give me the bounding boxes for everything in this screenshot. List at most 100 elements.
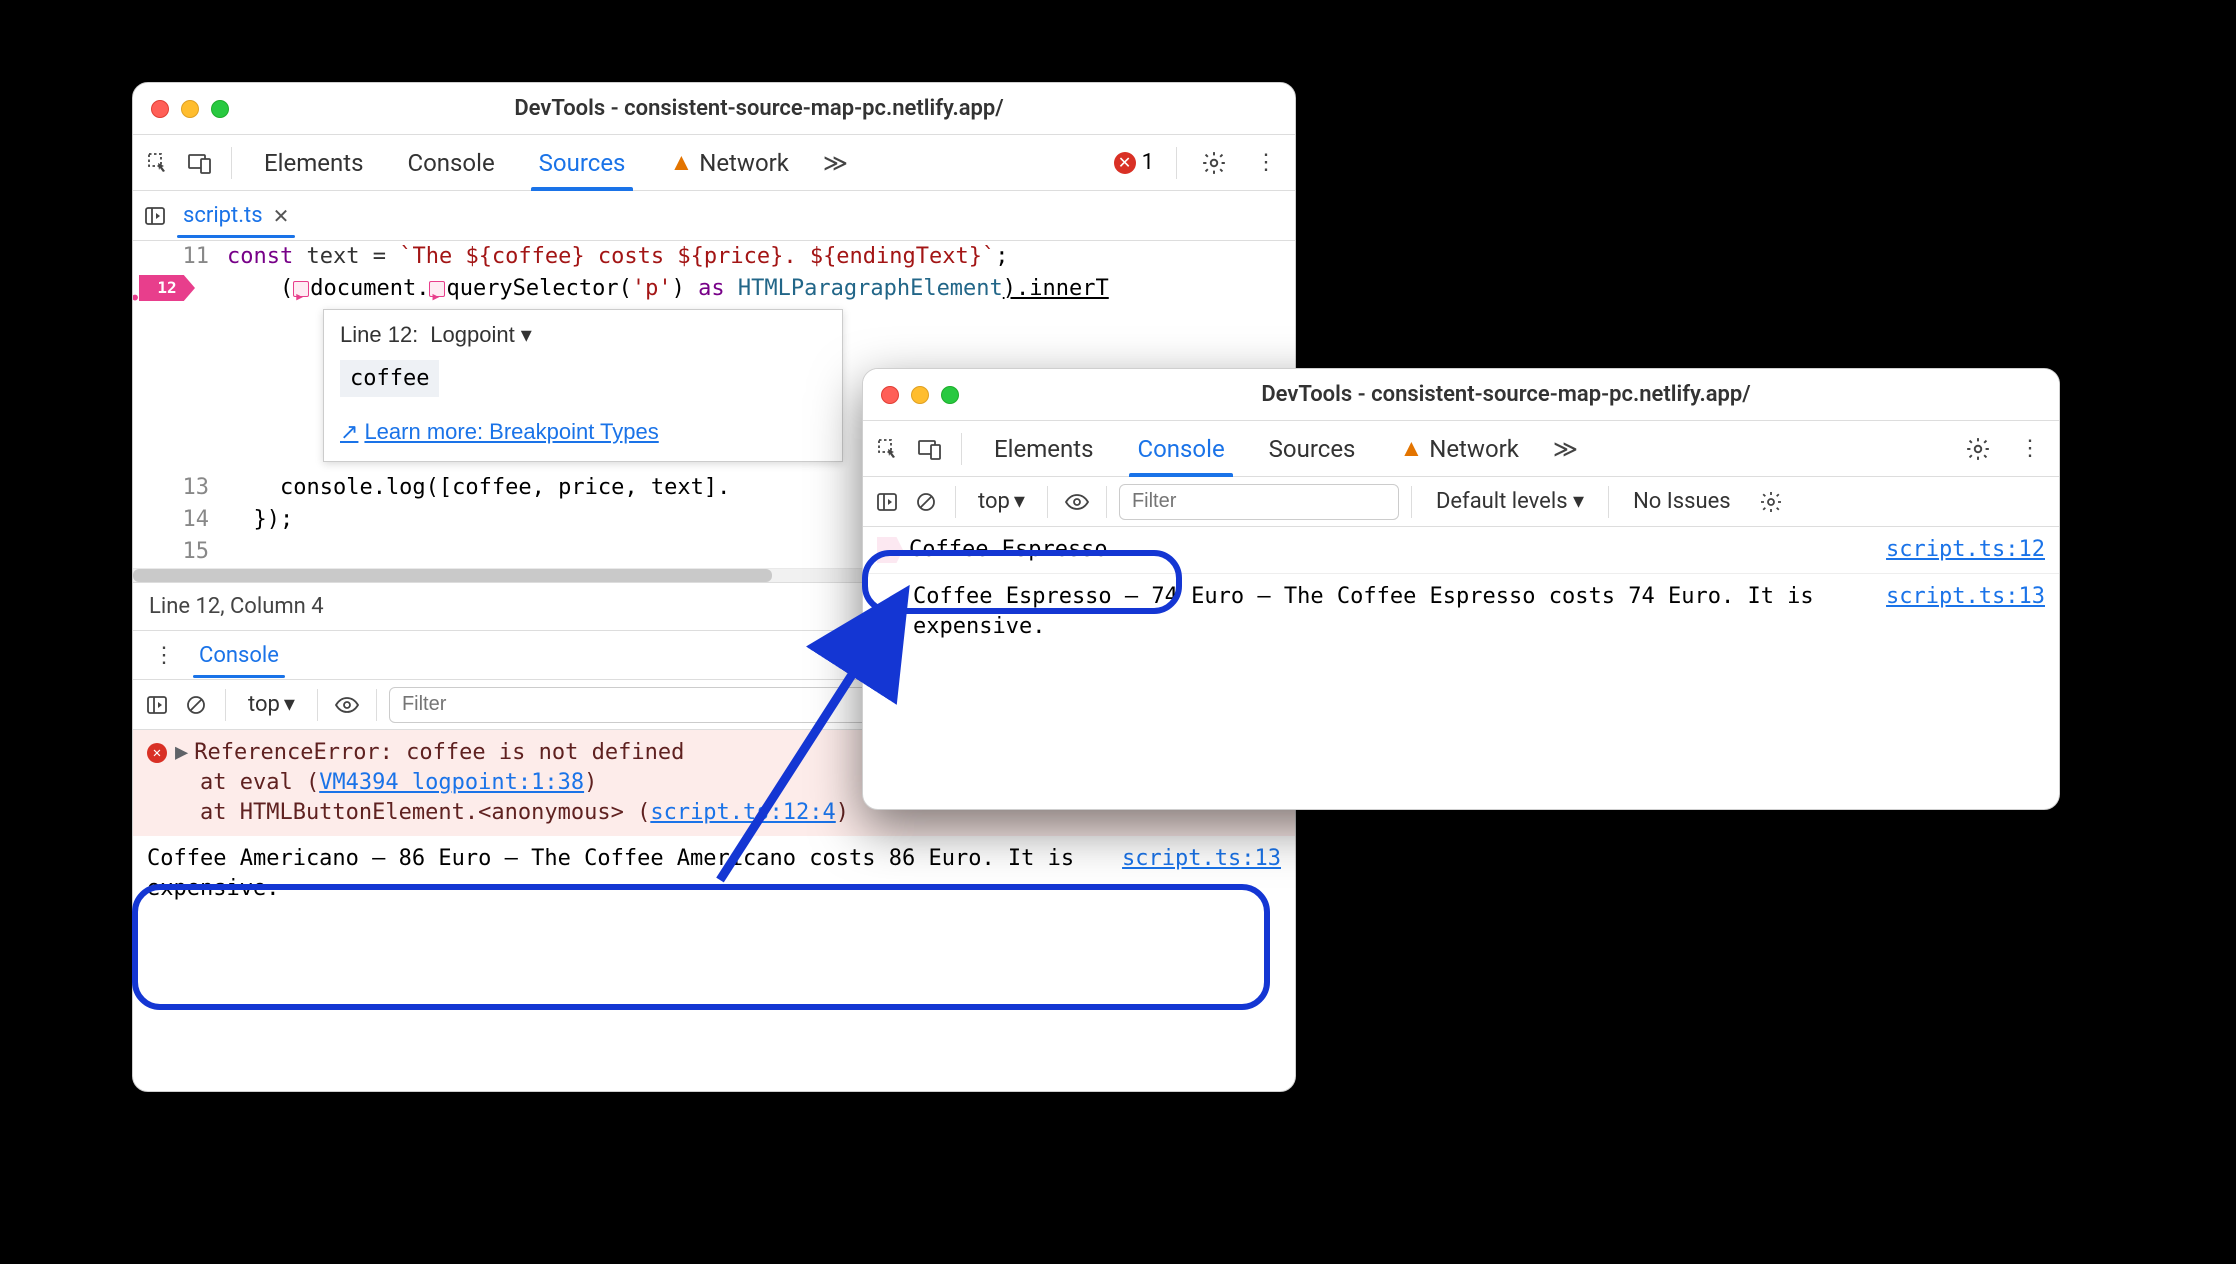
tab-network[interactable]: ▲Network (1381, 421, 1536, 477)
code-line: const text = `The ${coffee} costs ${pric… (227, 241, 1295, 273)
console-toolbar: top ▾ Default levels ▾ No Issues (863, 477, 2059, 527)
console-log-message[interactable]: script.ts:13 Coffee Espresso — 74 Euro —… (863, 574, 2059, 650)
source-link[interactable]: script.ts:13 (1122, 844, 1281, 874)
console-log-message[interactable]: script.ts:13 Coffee Americano — 86 Euro … (133, 836, 1295, 912)
traffic-lights (881, 386, 959, 404)
window-title: DevTools - consistent-source-map-pc.netl… (241, 96, 1277, 121)
code-line: (document.querySelector('p') as HTMLPara… (227, 273, 1295, 305)
external-link-icon: ↗ (340, 419, 358, 444)
file-tabs: script.ts ✕ (133, 191, 1295, 241)
console-settings-gear-icon[interactable] (1749, 490, 1793, 514)
error-icon: ✕ (147, 743, 167, 763)
tab-console[interactable]: Console (389, 135, 512, 191)
line-number[interactable]: 15 (133, 536, 227, 568)
context-select[interactable]: top ▾ (238, 692, 305, 717)
traffic-lights (151, 100, 229, 118)
title-bar[interactable]: DevTools - consistent-source-map-pc.netl… (863, 369, 2059, 421)
error-count-badge[interactable]: ✕ 1 (1106, 150, 1162, 175)
show-sidebar-icon[interactable] (141, 689, 173, 721)
filter-input[interactable] (389, 687, 893, 723)
filter-input[interactable] (1119, 484, 1399, 520)
breakpoint-marker-icon[interactable]: 12 (139, 275, 195, 301)
divider (1176, 147, 1177, 179)
divider (961, 433, 962, 465)
live-expression-icon[interactable] (330, 688, 364, 722)
divider (317, 689, 318, 721)
close-window-icon[interactable] (151, 100, 169, 118)
file-tab-script[interactable]: script.ts ✕ (171, 195, 301, 236)
tab-sources[interactable]: Sources (1251, 421, 1374, 477)
panel-tabs: Elements Console Sources ▲Network ≫ ✕ 1 … (133, 135, 1295, 191)
clear-console-icon[interactable] (179, 688, 213, 722)
logpoint-line-label: Line 12: (340, 322, 418, 348)
tab-network[interactable]: ▲Network (651, 135, 806, 191)
devtools-window-console: DevTools - consistent-source-map-pc.netl… (862, 368, 2060, 810)
inspect-element-icon[interactable] (141, 146, 175, 180)
context-select[interactable]: top ▾ (968, 489, 1035, 514)
issues-label[interactable]: No Issues (1621, 489, 1743, 514)
divider (1411, 486, 1412, 518)
line-number[interactable]: 13 (133, 472, 227, 504)
show-navigator-icon[interactable] (139, 200, 171, 232)
logpoint-expression-input[interactable]: coffee (340, 360, 439, 397)
title-bar[interactable]: DevTools - consistent-source-map-pc.netl… (133, 83, 1295, 135)
logpoint-gutter-icon: •• (132, 282, 139, 314)
error-text: ReferenceError: coffee is not defined (194, 740, 684, 765)
settings-gear-icon[interactable] (1955, 436, 2001, 462)
logpoint-badge-icon (877, 537, 903, 563)
settings-gear-icon[interactable] (1191, 150, 1237, 176)
minimize-window-icon[interactable] (181, 100, 199, 118)
divider (376, 689, 377, 721)
show-sidebar-icon[interactable] (871, 486, 903, 518)
minimize-window-icon[interactable] (911, 386, 929, 404)
chevron-right-icon: › (877, 658, 882, 677)
stack-frame-link[interactable]: script.ts:12:4 (650, 800, 835, 825)
log-text: Coffee Americano — 86 Euro — The Coffee … (147, 844, 1281, 904)
device-toolbar-icon[interactable] (183, 146, 217, 180)
tab-sources[interactable]: Sources (521, 135, 644, 191)
kebab-menu-icon[interactable]: ⋮ (1245, 150, 1287, 175)
device-toolbar-icon[interactable] (913, 432, 947, 466)
breakpoint-editor-popup: Line 12: Logpoint ▾ coffee ↗Learn more: … (323, 309, 843, 462)
conditional-marker-icon (293, 281, 309, 297)
chevron-down-icon: ▾ (521, 322, 532, 348)
divider (1608, 486, 1609, 518)
line-number[interactable]: 11 (133, 241, 227, 273)
tab-elements[interactable]: Elements (976, 421, 1111, 477)
divider (231, 147, 232, 179)
log-text: Coffee Espresso — 74 Euro — The Coffee E… (877, 582, 2045, 642)
zoom-window-icon[interactable] (211, 100, 229, 118)
console-prompt[interactable]: › (863, 650, 2059, 685)
tab-elements[interactable]: Elements (246, 135, 381, 191)
conditional-marker-icon (429, 281, 445, 297)
stack-frame-link[interactable]: VM4394 logpoint:1:38 (319, 770, 584, 795)
window-title: DevTools - consistent-source-map-pc.netl… (971, 382, 2041, 407)
inspect-element-icon[interactable] (871, 432, 905, 466)
drawer-tab-console[interactable]: Console (185, 633, 293, 678)
learn-more-link[interactable]: ↗Learn more: Breakpoint Types (340, 419, 659, 444)
file-tab-label: script.ts (183, 203, 263, 228)
live-expression-icon[interactable] (1060, 485, 1094, 519)
source-link[interactable]: script.ts:12 (1886, 535, 2045, 565)
zoom-window-icon[interactable] (941, 386, 959, 404)
cursor-position-label: Line 12, Column 4 (149, 594, 324, 619)
panel-tabs: Elements Console Sources ▲Network ≫ ⋮ (863, 421, 2059, 477)
expand-triangle-icon[interactable]: ▶ (175, 738, 188, 768)
log-levels-select[interactable]: Default levels ▾ (1424, 489, 1596, 514)
divider (225, 689, 226, 721)
divider (1047, 486, 1048, 518)
close-window-icon[interactable] (881, 386, 899, 404)
divider (955, 486, 956, 518)
clear-console-icon[interactable] (909, 485, 943, 519)
more-tabs-icon[interactable]: ≫ (1545, 435, 1586, 463)
line-number[interactable]: 14 (133, 504, 227, 536)
source-link[interactable]: script.ts:13 (1886, 582, 2045, 612)
console-logpoint-message[interactable]: script.ts:12 Coffee Espresso (863, 527, 2059, 574)
close-icon[interactable]: ✕ (273, 204, 290, 228)
kebab-menu-icon[interactable]: ⋮ (2009, 436, 2051, 461)
breakpoint-type-select[interactable]: Logpoint ▾ (430, 322, 531, 348)
warning-icon: ▲ (1399, 434, 1423, 463)
more-tabs-icon[interactable]: ≫ (815, 149, 856, 177)
tab-console[interactable]: Console (1119, 421, 1242, 477)
kebab-menu-icon[interactable]: ⋮ (143, 643, 185, 668)
